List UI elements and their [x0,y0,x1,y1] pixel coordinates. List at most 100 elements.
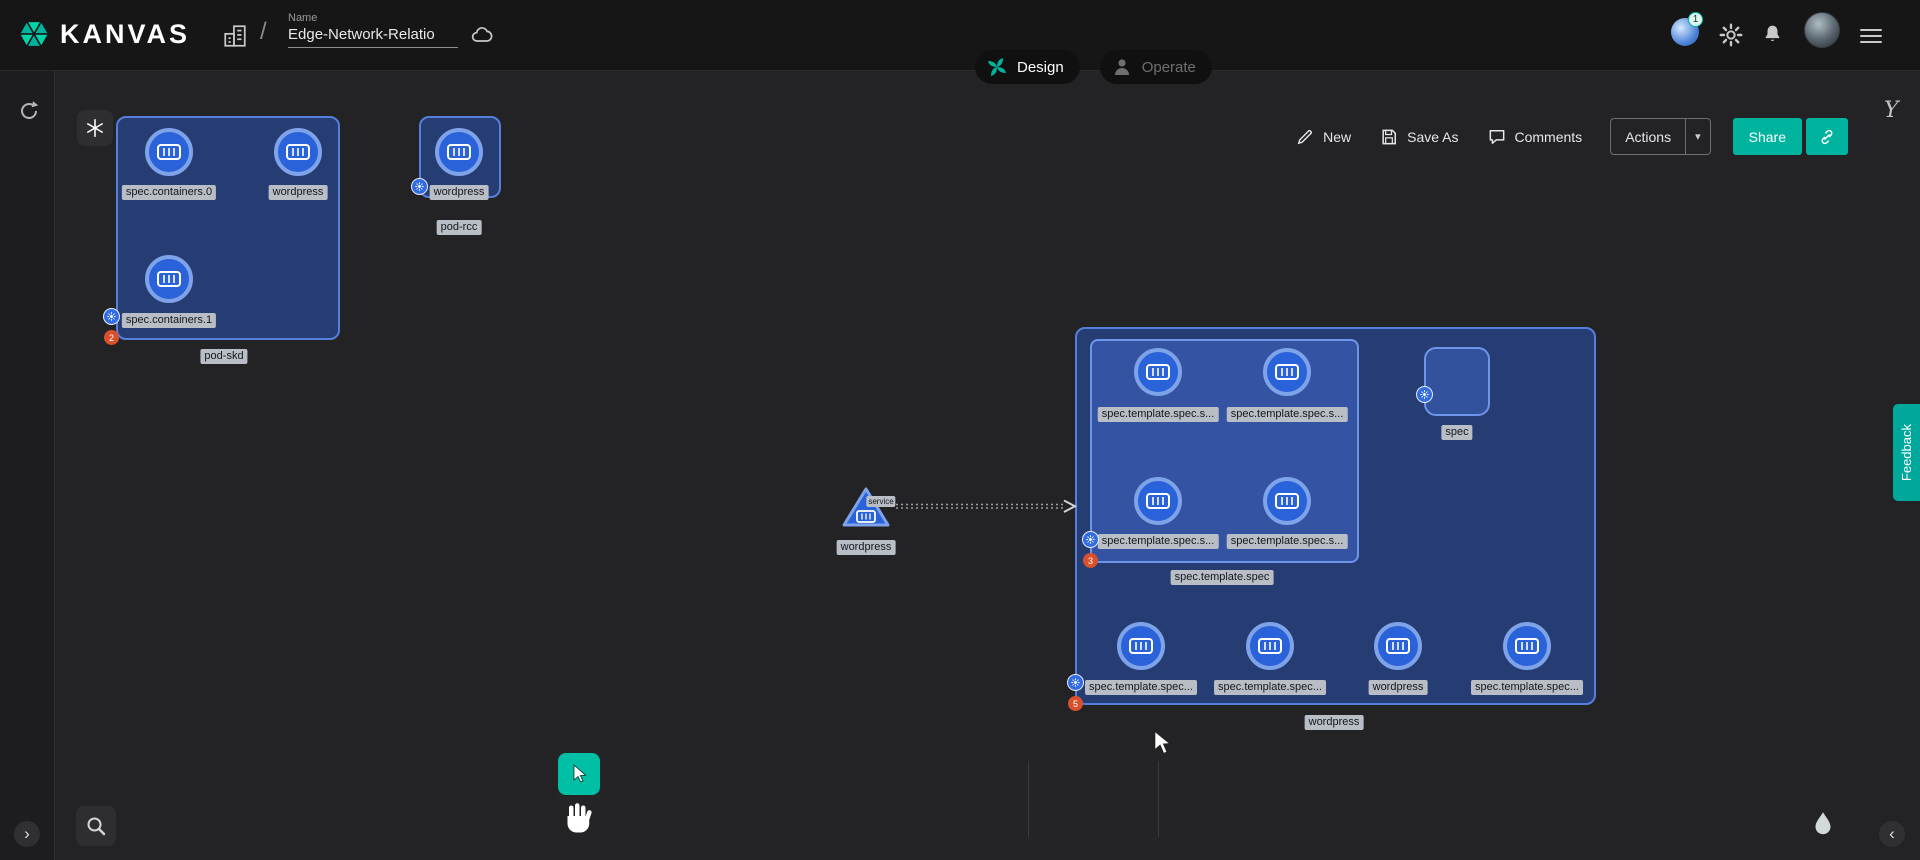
kanvas-app: KANVAS / Name [0,0,1920,860]
container-node-wordpress[interactable] [435,128,483,176]
dock-divider [1028,761,1029,837]
expand-left-panel-button[interactable]: › [14,821,40,847]
error-count-badge[interactable]: 3 [1083,553,1098,568]
container-node-template-1[interactable] [1134,348,1182,396]
node-label: spec.template.spec.s... [1098,534,1219,549]
node-label: spec.template.spec.s... [1227,407,1348,422]
design-actions-toolbar: New Save As Comments Actions ▾ Share [1295,118,1848,155]
ink-theme-icon[interactable] [1808,810,1838,840]
tab-operate-label: Operate [1142,59,1196,76]
save-as-button[interactable]: Save As [1379,127,1458,147]
container-node-bottom-3[interactable] [1374,622,1422,670]
tool-dock [557,750,1367,848]
snowflake-icon [84,117,106,139]
share-label: Share [1749,129,1786,145]
actions-split-button[interactable]: Actions ▾ [1610,118,1710,155]
save-icon [1379,127,1399,147]
container-icon [1146,493,1170,509]
node-label: spec.containers.1 [122,313,216,328]
comments-label: Comments [1515,129,1583,145]
freeze-layout-button[interactable] [77,110,113,146]
select-tool[interactable] [558,753,600,795]
zoom-search-button[interactable] [76,806,116,846]
collapse-right-panel-button[interactable]: ‹ [1879,821,1905,847]
brand-name: KANVAS [60,19,190,50]
actions-label: Actions [1611,129,1685,145]
notifications-bell-icon[interactable] [1760,22,1785,47]
container-node-wordpress[interactable] [274,128,322,176]
tab-design-label: Design [1017,59,1064,76]
container-node-bottom-2[interactable] [1246,622,1294,670]
design-name-input[interactable] [288,24,458,48]
container-node-template-4[interactable] [1263,477,1311,525]
group-label: pod-rcc [437,220,482,235]
comment-icon [1487,127,1507,147]
container-node-spec-containers-0[interactable] [145,128,193,176]
feedback-tab[interactable]: Feedback [1893,404,1920,501]
operate-mode-icon [1110,55,1134,79]
copy-link-button[interactable] [1806,118,1848,155]
kubernetes-badge-icon[interactable] [411,178,428,195]
tab-design[interactable]: Design [975,50,1080,84]
node-label: wordpress [837,540,896,555]
container-node-bottom-4[interactable] [1503,622,1551,670]
chevron-right-icon: › [24,824,30,844]
chevron-left-icon: ‹ [1889,824,1895,844]
container-node-spec-containers-1[interactable] [145,255,193,303]
settings-gear-icon[interactable] [1718,22,1744,48]
actions-caret-icon[interactable]: ▾ [1685,119,1710,154]
node-label: spec.template.spec... [1214,680,1326,695]
menu-hamburger-icon[interactable] [1860,25,1882,47]
user-avatar[interactable] [1804,12,1840,48]
history-sync-icon[interactable] [17,99,41,123]
tab-operate[interactable]: Operate [1100,50,1212,84]
error-count-badge[interactable]: 5 [1068,696,1083,711]
container-icon [157,144,181,160]
cloud-sync-icon[interactable] [468,24,495,48]
node-label: wordpress [1369,680,1428,695]
container-icon [286,144,310,160]
service-deployment-edge[interactable] [894,498,1080,514]
structure-toggle-icon[interactable]: Y [1884,98,1899,123]
container-icon [1515,638,1539,654]
container-icon [1275,493,1299,509]
error-count-badge[interactable]: 2 [104,330,119,345]
kubernetes-badge-icon[interactable] [1082,531,1099,548]
container-icon [1258,638,1282,654]
container-node-template-2[interactable] [1263,348,1311,396]
share-button[interactable]: Share [1733,118,1802,155]
node-label: spec.template.spec... [1471,680,1583,695]
service-node[interactable] [840,484,892,530]
container-node-template-3[interactable] [1134,477,1182,525]
node-label: spec.template.spec... [1085,680,1197,695]
kubernetes-badge-icon[interactable] [103,308,120,325]
kubernetes-badge-icon[interactable] [1416,386,1433,403]
container-icon [1386,638,1410,654]
save-as-label: Save As [1407,129,1458,145]
kanvas-logo[interactable]: KANVAS [16,16,190,52]
container-node-bottom-1[interactable] [1117,622,1165,670]
new-design-button[interactable]: New [1295,127,1351,147]
container-icon [1129,638,1153,654]
comments-button[interactable]: Comments [1487,127,1583,147]
design-mode-icon [985,55,1009,79]
spec-node[interactable] [1424,347,1490,416]
node-label: spec.template.spec.s... [1227,534,1348,549]
kanvas-logo-icon [16,16,52,52]
node-label: wordpress [430,185,489,200]
link-icon [1817,127,1837,147]
organization-icon[interactable] [222,23,248,49]
kubernetes-badge-icon[interactable] [1067,674,1084,691]
container-icon [157,271,181,287]
pan-hand-icon[interactable] [560,801,596,837]
group-label: pod-skd [200,349,247,364]
service-chip: service [866,496,895,507]
left-rail [0,71,55,860]
node-label: spec [1441,425,1472,440]
container-icon [447,144,471,160]
notification-count-badge: 1 [1688,12,1703,27]
spec-template-spec-group[interactable] [1090,339,1359,563]
breadcrumb-separator: / [260,18,267,46]
new-label: New [1323,129,1351,145]
design-name-field: Name [288,12,458,48]
